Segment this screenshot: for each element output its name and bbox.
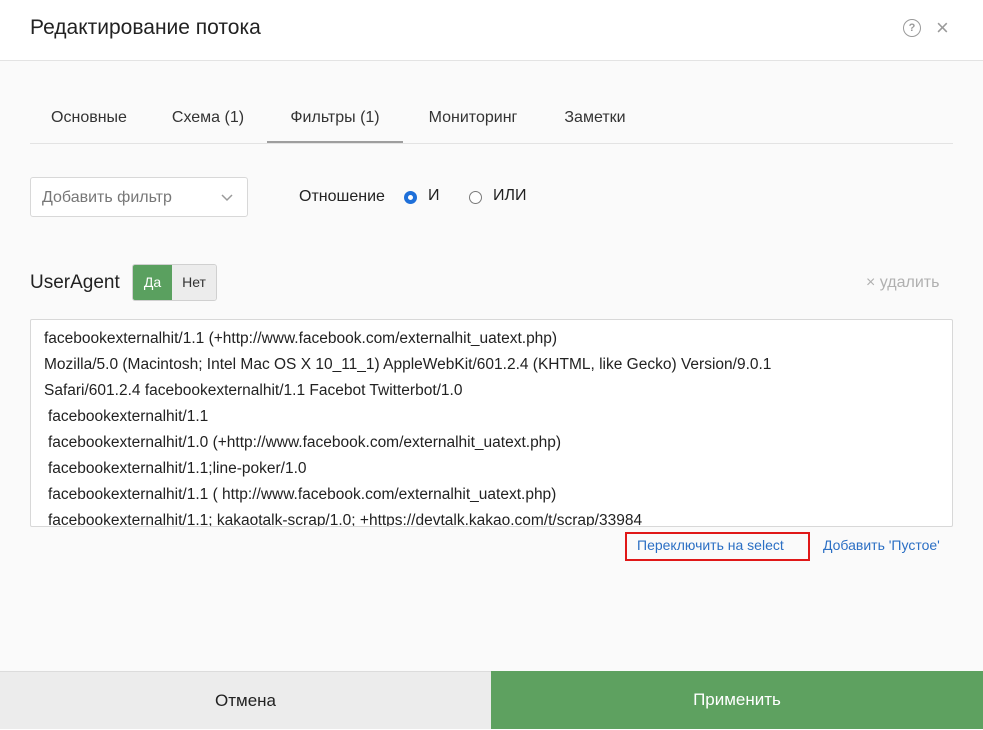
toggle-yes-button[interactable]: Да (133, 265, 172, 300)
useragent-value: facebookexternalhit/1.1; kakaotalk-scrap… (48, 512, 643, 527)
relation-and-radio[interactable] (404, 191, 417, 204)
useragent-value: Safari/601.2.4 facebookexternalhit/1.1 F… (44, 382, 463, 399)
cancel-button[interactable]: Отмена (0, 671, 491, 729)
close-icon[interactable]: × (936, 15, 949, 41)
relation-or-label: ИЛИ (493, 187, 527, 204)
relation-and-label: И (428, 187, 440, 204)
tab-bar: Основные Схема (1) Фильтры (1) Мониторин… (30, 101, 953, 144)
add-filter-placeholder: Добавить фильтр (42, 189, 172, 206)
help-icon[interactable]: ? (903, 19, 921, 37)
tab-notes[interactable]: Заметки (558, 109, 632, 143)
useragent-textarea[interactable]: facebookexternalhit/1.1 (+http://www.fac… (30, 319, 953, 527)
useragent-value: facebookexternalhit/1.0 (+http://www.fac… (48, 434, 562, 451)
useragent-value: facebookexternalhit/1.1 (+http://www.fac… (44, 330, 558, 347)
add-empty-link[interactable]: Добавить 'Пустое' (823, 537, 940, 553)
add-filter-select[interactable]: Добавить фильтр (30, 177, 248, 217)
tab-filters[interactable]: Фильтры (1) (267, 109, 403, 143)
dialog-footer: Отмена Применить (0, 671, 983, 729)
tab-schema[interactable]: Схема (1) (167, 109, 249, 143)
dialog-body: Основные Схема (1) Фильтры (1) Мониторин… (0, 61, 983, 671)
tab-monitoring[interactable]: Мониторинг (420, 109, 526, 143)
useragent-value: facebookexternalhit/1.1 ( http://www.fac… (48, 486, 557, 503)
useragent-label: UserAgent (30, 272, 120, 293)
useragent-value: facebookexternalhit/1.1;line-poker/1.0 (48, 460, 307, 477)
apply-button[interactable]: Применить (491, 671, 983, 729)
delete-filter-link[interactable]: × удалить (866, 274, 939, 292)
useragent-value: facebookexternalhit/1.1 (48, 408, 209, 425)
toggle-no-button[interactable]: Нет (172, 265, 216, 300)
dialog-header: Редактирование потока ? × (0, 0, 983, 61)
switch-to-select-link[interactable]: Переключить на select (637, 537, 784, 553)
useragent-values: facebookexternalhit/1.1 (+http://www.fac… (44, 326, 934, 527)
relation-or-radio[interactable] (469, 191, 482, 204)
relation-label: Отношение (299, 188, 385, 205)
include-toggle: Да Нет (132, 264, 217, 301)
useragent-value: Mozilla/5.0 (Macintosh; Intel Mac OS X 1… (44, 356, 772, 373)
dialog-title: Редактирование потока (30, 16, 261, 39)
chevron-down-icon (221, 194, 233, 202)
tab-basic[interactable]: Основные (46, 109, 132, 143)
